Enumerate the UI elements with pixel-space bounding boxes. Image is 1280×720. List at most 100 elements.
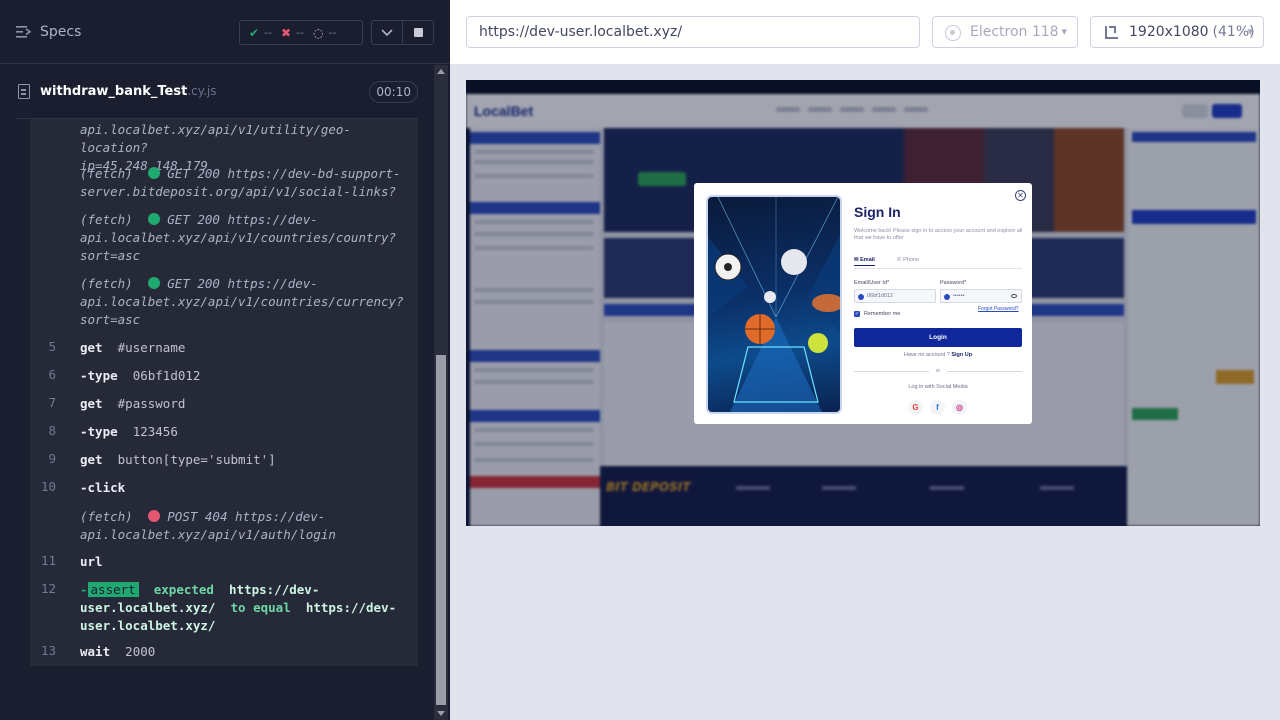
- spec-file-name[interactable]: withdraw_bank_Test.cy.js: [40, 84, 217, 99]
- sign-in-modal: ✕ Sign In Welcome back! Please sign in t…: [694, 183, 1032, 424]
- command-arg: #password: [117, 396, 186, 411]
- command-arg: #username: [117, 340, 186, 355]
- scroll-up-icon[interactable]: [437, 69, 445, 74]
- passed-count: --: [264, 26, 273, 39]
- command-name: -type: [80, 368, 118, 383]
- fetch-text: api.localbet.xyz/api/v1/countries/curren…: [80, 294, 404, 309]
- command-arg: button[type='submit']: [117, 452, 276, 467]
- command-list: api.localbet.xyz/api/v1/utility/geo-loca…: [30, 119, 418, 666]
- electron-icon: [945, 25, 961, 41]
- browser-name: Electron 118: [970, 24, 1059, 40]
- spec-file-extension: .cy.js: [187, 84, 217, 98]
- spinner-icon: ◌: [313, 25, 324, 40]
- social-login-label: Log in with Social Media: [908, 384, 968, 390]
- email-label: Email/User Id*: [854, 280, 890, 286]
- spec-file-bar: withdraw_bank_Test.cy.js 00:10: [16, 65, 418, 119]
- scrollbar-thumb[interactable]: [436, 355, 446, 705]
- aut-header: https://dev-user.localbet.xyz/ Electron …: [450, 0, 1280, 64]
- fetch-text: GET 200 https://dev-bd-support-: [167, 166, 401, 181]
- assert-value: https://dev-: [305, 600, 397, 615]
- specs-menu-icon[interactable]: [16, 25, 32, 39]
- status-success-icon: [147, 213, 160, 225]
- fetch-text: sort=asc: [80, 248, 141, 263]
- command-number: 11: [40, 553, 56, 568]
- viewport-size: 1920x1080: [1129, 24, 1209, 40]
- scroll-down-icon[interactable]: [437, 711, 445, 716]
- modal-title: Sign In: [854, 204, 901, 220]
- fetch-text: POST 404 https://dev-: [167, 509, 326, 524]
- fetch-text: sort=asc: [80, 312, 141, 327]
- login-button[interactable]: Login: [854, 328, 1022, 347]
- assert-value: user.localbet.xyz/: [80, 600, 216, 615]
- passed-stat: ✔ --: [249, 26, 272, 40]
- command-number: 13: [40, 643, 56, 658]
- url-bar[interactable]: https://dev-user.localbet.xyz/: [466, 16, 920, 48]
- specs-label[interactable]: Specs: [40, 24, 81, 40]
- email-value: 06bf1d012: [867, 293, 893, 299]
- browser-selector[interactable]: Electron 118 ▾: [932, 16, 1078, 48]
- fetch-prefix: (fetch): [80, 509, 133, 524]
- status-success-icon: [147, 277, 160, 289]
- fetch-text: api.localbet.xyz/api/v1/utility/geo-loca…: [80, 122, 351, 155]
- aut-iframe[interactable]: LocalBet BIT DEPOSIT ✕ Sign In Welcome b…: [466, 80, 1260, 526]
- command-log-panel: Specs ✔ -- ✖ -- ◌ -- withdraw_bank_Test.…: [0, 0, 450, 720]
- test-stats: ✔ -- ✖ -- ◌ --: [239, 20, 363, 45]
- no-account-text: Have no account ? Sign Up: [854, 352, 1022, 358]
- command-name: -type: [80, 424, 118, 439]
- tab-divider: [854, 268, 1022, 269]
- check-icon: ✓: [854, 311, 860, 317]
- chevron-down-icon: [381, 28, 393, 36]
- command-log-scrollbar[interactable]: [434, 65, 448, 720]
- fetch-text: GET 200 https://dev-: [167, 212, 318, 227]
- forgot-password-link[interactable]: Forgot Password?: [978, 306, 1019, 312]
- password-field[interactable]: ••••••: [940, 289, 1022, 303]
- tab-email[interactable]: ✉ Email: [854, 257, 875, 266]
- instagram-icon[interactable]: ◎: [952, 400, 967, 415]
- fetch-text: api.localbet.xyz/api/v1/countries/countr…: [80, 230, 397, 245]
- command-arg: 123456: [132, 424, 178, 439]
- command-number: 8: [48, 423, 56, 438]
- tab-phone[interactable]: ✆ Phone: [897, 257, 919, 263]
- sign-up-link[interactable]: Sign Up: [951, 352, 972, 358]
- command-number: 12: [40, 581, 56, 596]
- close-icon[interactable]: ✕: [1015, 190, 1026, 201]
- command-arg: 2000: [125, 644, 156, 659]
- assert-value: https://dev-: [229, 582, 320, 597]
- fetch-prefix: (fetch): [80, 166, 133, 181]
- command-number: 9: [48, 451, 56, 466]
- stop-icon: [413, 28, 423, 37]
- password-label: Password*: [940, 280, 967, 286]
- status-error-icon: [147, 510, 160, 522]
- pending-stat: ◌ --: [313, 26, 336, 40]
- modal-description: Welcome back! Please sign in to access y…: [854, 228, 1023, 241]
- remember-me-checkbox[interactable]: ✓ Remember me: [854, 311, 900, 317]
- stop-button[interactable]: [402, 20, 434, 45]
- command-number: 5: [48, 339, 56, 354]
- tab-phone-label: Phone: [903, 257, 920, 263]
- or-separator: or: [935, 368, 941, 374]
- viewport-selector[interactable]: 1920x1080 (41%) ▾: [1090, 16, 1264, 48]
- command-name: get: [80, 396, 103, 411]
- fetch-text: api.localbet.xyz/api/v1/auth/login: [80, 527, 336, 542]
- assert-dash: -: [80, 582, 88, 597]
- command-number: 6: [48, 367, 56, 382]
- pending-count: --: [328, 26, 337, 39]
- facebook-icon[interactable]: f: [930, 400, 945, 415]
- password-value: ••••••: [953, 293, 965, 299]
- google-icon[interactable]: G: [908, 400, 923, 415]
- fetch-prefix: (fetch): [80, 212, 133, 227]
- command-name: -click: [80, 480, 126, 495]
- spec-duration: 00:10: [369, 81, 418, 103]
- eye-icon[interactable]: [1011, 294, 1017, 298]
- email-field[interactable]: 06bf1d012: [854, 289, 936, 303]
- status-success-icon: [147, 167, 160, 179]
- chevron-down-icon: ▾: [1247, 25, 1253, 38]
- tab-email-label: Email: [860, 257, 875, 263]
- reporter-header: Specs ✔ -- ✖ -- ◌ --: [0, 0, 450, 64]
- assert-keyword: expected: [153, 582, 214, 597]
- x-icon: ✖: [281, 25, 292, 40]
- failed-count: --: [296, 26, 305, 39]
- command-name: get: [80, 340, 103, 355]
- toggle-auto-scroll-button[interactable]: [371, 20, 403, 45]
- assert-badge: assert: [87, 582, 139, 597]
